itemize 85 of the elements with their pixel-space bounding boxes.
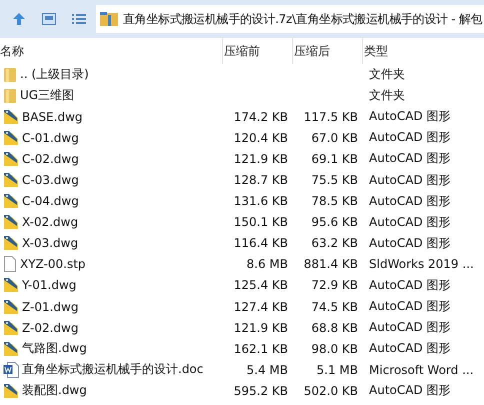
file-type: 文件夹: [368, 66, 406, 84]
column-header[interactable]: 压缩后: [292, 38, 362, 64]
folder-icon: [3, 66, 17, 83]
drawing-file-icon: [3, 277, 19, 294]
column-header[interactable]: 名称: [0, 38, 222, 64]
size-after: 74.5 KB: [310, 300, 358, 314]
drawing-file-icon: [3, 214, 19, 230]
file-type: AutoCAD 图形: [368, 340, 452, 358]
drawing-file-icon: [3, 172, 19, 188]
drawing-file-icon: [3, 108, 19, 125]
file-type: AutoCAD 图形: [368, 319, 452, 336]
file-name: C-01.dwg: [22, 130, 79, 145]
size-before: 125.4 KB: [232, 278, 288, 292]
folder-icon: [3, 88, 17, 104]
file-type: AutoCAD 图形: [368, 382, 452, 400]
blank-file-icon: [3, 256, 17, 272]
size-after: 881.4 KB: [302, 257, 358, 272]
list-icon: [72, 13, 86, 25]
file-type: AutoCAD 图形: [368, 214, 452, 231]
size-before: 121.9 KB: [232, 152, 288, 166]
file-type: AutoCAD 图形: [368, 276, 452, 294]
file-name: .. (上级目录): [20, 66, 89, 84]
file-name: C-04.dwg: [22, 194, 79, 208]
file-name: 气路图.dwg: [22, 340, 87, 358]
file-name: X-03.dwg: [22, 236, 78, 250]
file-name: Y-01.dwg: [22, 278, 76, 292]
file-name: 装配图.dwg: [22, 382, 87, 400]
size-before: 120.4 KB: [232, 130, 288, 145]
file-type: AutoCAD 图形: [368, 108, 452, 126]
drawing-file-icon: [3, 193, 19, 210]
drawing-file-icon: [3, 320, 19, 336]
file-name: 直角坐标式搬运机械手的设计.doc: [22, 361, 204, 378]
size-after: 75.5 KB: [310, 173, 358, 188]
drawing-file-icon: [3, 150, 19, 167]
size-before: 128.7 KB: [232, 173, 288, 188]
size-after: 502.0 KB: [302, 384, 358, 398]
size-after: 72.9 KB: [310, 278, 358, 292]
file-name: C-02.dwg: [22, 152, 79, 166]
file-name: Z-02.dwg: [22, 320, 78, 335]
file-name: X-02.dwg: [22, 215, 78, 230]
size-after: 78.5 KB: [310, 194, 358, 208]
size-before: 595.2 KB: [232, 384, 288, 398]
size-after: 67.0 KB: [310, 130, 358, 145]
size-before: 150.1 KB: [232, 215, 288, 230]
size-before: 5.4 MB: [246, 362, 288, 377]
drawing-file-icon: [3, 235, 19, 252]
size-after: 63.2 KB: [310, 236, 358, 250]
size-before: 8.6 MB: [246, 257, 288, 272]
size-after: 117.5 KB: [302, 110, 358, 124]
size-before: 127.4 KB: [232, 300, 288, 314]
file-name: UG三维图: [20, 87, 74, 104]
file-type: AutoCAD 图形: [368, 129, 452, 146]
size-before: 162.1 KB: [232, 342, 288, 356]
file-type: AutoCAD 图形: [368, 298, 452, 316]
size-after: 98.0 KB: [310, 342, 358, 356]
word-file-icon: [3, 362, 19, 378]
window-icon: [42, 13, 56, 25]
column-header[interactable]: 类型: [362, 38, 484, 64]
file-name: C-03.dwg: [22, 173, 79, 188]
size-after: 95.6 KB: [310, 215, 358, 230]
file-type: Microsoft Word ...: [368, 362, 475, 377]
file-type: 文件夹: [368, 87, 406, 104]
file-name: Z-01.dwg: [22, 300, 78, 314]
file-type: AutoCAD 图形: [368, 172, 452, 189]
size-before: 121.9 KB: [232, 320, 288, 335]
size-before: 131.6 KB: [232, 194, 288, 208]
address-bar[interactable]: 直角坐标式搬运机械手的设计.7z\直角坐标式搬运机械手的设计 - 解包: [96, 5, 484, 33]
file-type: AutoCAD 图形: [368, 150, 452, 168]
size-before: 116.4 KB: [232, 236, 288, 250]
size-after: 68.8 KB: [310, 320, 358, 335]
archive-icon: [100, 11, 118, 27]
file-name: XYZ-00.stp: [20, 257, 86, 272]
up-arrow-icon: [12, 12, 26, 26]
drawing-file-icon: [3, 130, 19, 146]
drawing-file-icon: [3, 340, 19, 357]
file-name: BASE.dwg: [22, 110, 83, 124]
size-after: 5.1 MB: [316, 362, 358, 377]
size-before: 174.2 KB: [232, 110, 288, 124]
drawing-file-icon: [3, 382, 19, 399]
size-after: 69.1 KB: [310, 152, 358, 166]
column-header[interactable]: 压缩前: [222, 38, 292, 64]
file-type: SldWorks 2019 ...: [368, 257, 475, 272]
file-type: AutoCAD 图形: [368, 192, 452, 210]
drawing-file-icon: [3, 298, 19, 315]
file-type: AutoCAD 图形: [368, 234, 452, 252]
